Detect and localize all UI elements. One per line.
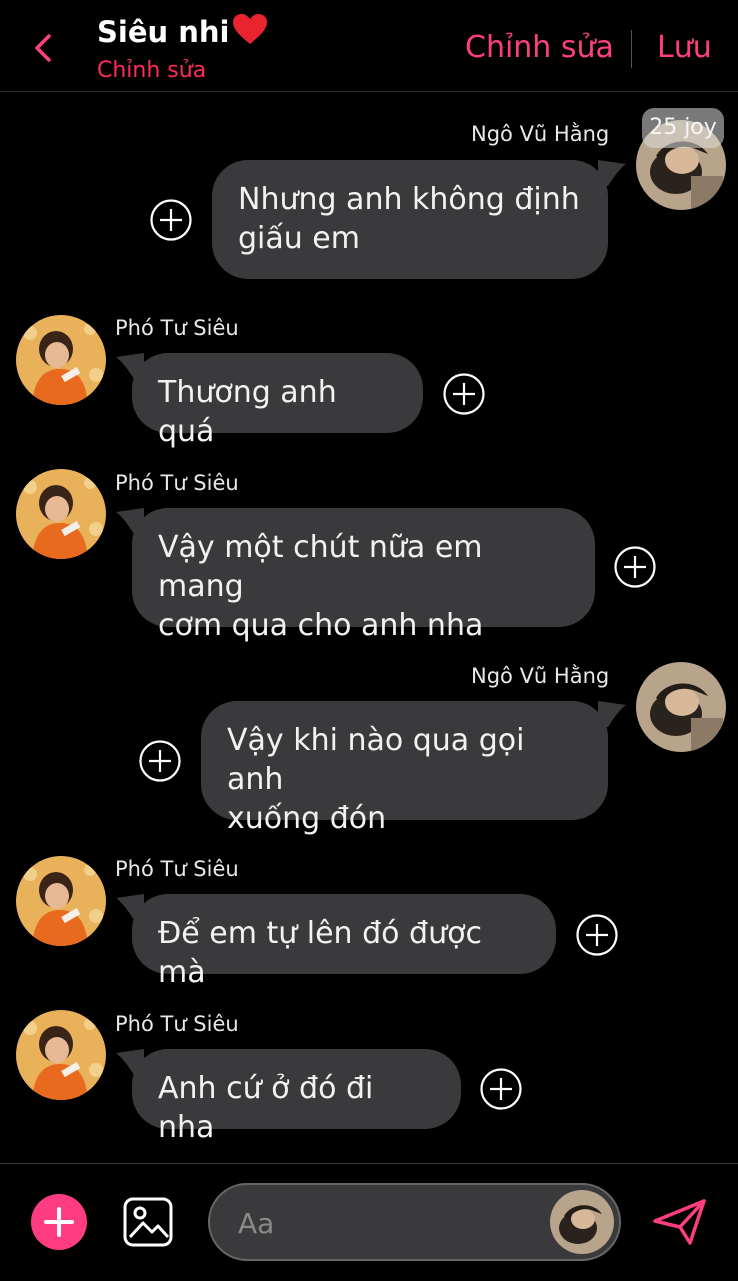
avatar-photo-icon	[636, 662, 726, 752]
composer-avatar[interactable]	[550, 1190, 614, 1254]
avatar[interactable]	[16, 469, 106, 559]
avatar[interactable]	[636, 662, 726, 752]
save-button[interactable]: Lưu	[657, 30, 712, 65]
message-line: cơm qua cho anh nha	[158, 608, 484, 643]
sender-name: Phó Tư Siêu	[115, 316, 239, 340]
sender-name: Ngô Vũ Hằng	[471, 122, 610, 146]
send-button[interactable]	[652, 1197, 708, 1247]
message-bubble[interactable]: Vậy một chút nữa em mang cơm qua cho anh…	[132, 508, 595, 643]
plus-circle-icon	[150, 199, 192, 241]
send-icon	[653, 1199, 706, 1245]
react-button[interactable]	[479, 1067, 523, 1111]
message-line: Vậy khi nào qua gọi anh	[227, 723, 525, 797]
plus-icon	[44, 1207, 74, 1237]
message-line: Anh cứ ở đó đi nha	[158, 1071, 374, 1145]
message-bubble[interactable]: Anh cứ ở đó đi nha	[132, 1049, 461, 1145]
avatar-photo-icon	[16, 1010, 106, 1100]
avatar[interactable]	[16, 1010, 106, 1100]
header-divider	[631, 30, 632, 68]
plus-circle-icon	[443, 373, 485, 415]
react-button[interactable]	[149, 198, 193, 242]
message-bubble[interactable]: Để em tự lên đó được mà	[132, 894, 556, 990]
message-line: xuống đón	[227, 801, 387, 836]
avatar[interactable]	[16, 856, 106, 946]
avatar-photo-icon	[550, 1190, 614, 1254]
image-icon	[123, 1197, 173, 1247]
plus-circle-icon	[139, 740, 181, 782]
message-bubble[interactable]: Vậy khi nào qua gọi anh xuống đón	[201, 701, 608, 836]
edit-button[interactable]: Chỉnh sửa	[465, 30, 614, 65]
chat-header: Siêu nhi Chỉnh sửa Chỉnh sửa Lưu	[0, 0, 738, 92]
plus-circle-icon	[614, 546, 656, 588]
sender-name: Phó Tư Siêu	[115, 857, 239, 881]
composer-divider	[0, 1163, 738, 1164]
message-line: Để em tự lên đó được mà	[158, 916, 482, 990]
message-input[interactable]	[238, 1203, 538, 1243]
sender-name: Phó Tư Siêu	[115, 471, 239, 495]
chat-subtitle[interactable]: Chỉnh sửa	[97, 58, 206, 83]
sender-name: Ngô Vũ Hằng	[471, 664, 610, 688]
image-button[interactable]	[122, 1196, 174, 1248]
chat-title: Siêu nhi	[97, 12, 269, 49]
react-button[interactable]	[442, 372, 486, 416]
message-line: Vậy một chút nữa em mang	[158, 530, 483, 604]
avatar-photo-icon	[16, 856, 106, 946]
avatar[interactable]	[16, 315, 106, 405]
plus-circle-icon	[480, 1068, 522, 1110]
avatar-photo-icon	[16, 315, 106, 405]
bubble-tail	[598, 160, 626, 186]
chat-title-text: Siêu nhi	[97, 15, 230, 49]
watermark-badge: 25 joy	[642, 108, 724, 148]
heart-icon	[233, 14, 268, 44]
message-line: giấu em	[238, 221, 360, 256]
back-button[interactable]	[28, 30, 60, 66]
avatar-photo-icon	[16, 469, 106, 559]
message-bubble[interactable]: Nhưng anh không định giấu em	[212, 160, 608, 279]
message-line: Nhưng anh không định	[238, 182, 580, 217]
plus-circle-icon	[576, 914, 618, 956]
react-button[interactable]	[613, 545, 657, 589]
react-button[interactable]	[575, 913, 619, 957]
sender-name: Phó Tư Siêu	[115, 1012, 239, 1036]
add-button[interactable]	[31, 1194, 87, 1250]
bubble-tail	[598, 701, 626, 727]
message-bubble[interactable]: Thương anh quá	[132, 353, 423, 449]
message-line: Thương anh quá	[158, 375, 337, 449]
react-button[interactable]	[138, 739, 182, 783]
chevron-left-icon	[35, 34, 51, 62]
